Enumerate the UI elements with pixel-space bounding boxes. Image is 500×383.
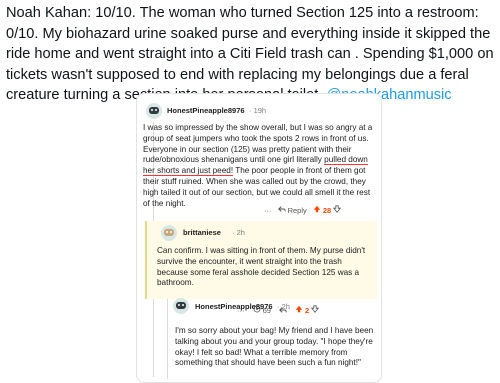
thread-line [167,299,168,379]
comment-username[interactable]: HonestPineapple8976 [195,302,273,311]
comment-body: I'm so sorry about your bag! My friend a… [175,326,374,368]
tweet-text: Noah Kahan: 10/10. The woman who turned … [6,3,496,106]
comment-timestamp: · 2h [232,228,245,237]
comment-username[interactable]: HonestPineapple8976 [167,106,245,115]
downvote-icon[interactable] [333,205,342,213]
comment-timestamp: · 19h [249,106,267,115]
user-avatar [173,298,189,314]
comment-timestamp: · 2h [277,302,290,311]
upvote-group[interactable]: 28 [313,205,342,215]
reply-button[interactable]: Reply [277,205,307,215]
reply-icon [277,206,286,212]
upvote-icon[interactable] [295,305,303,313]
upvote-group[interactable]: 2 [295,305,320,315]
downvote-icon[interactable] [311,305,320,313]
comment-username[interactable]: brittaniese [183,228,221,237]
vote-count: 28 [322,206,332,215]
reply-label: Reply [287,206,307,215]
comment-body: I was so impressed by the show overall, … [143,123,375,209]
comment-body: Can confirm. I was sitting in front of t… [157,246,366,288]
more-icon[interactable]: ··· [264,206,272,215]
comment-actions: ··· Reply 28 [264,205,342,215]
highlighted-reply: brittaniese · 2h Can confirm. I was sitt… [145,221,377,299]
user-avatar [161,225,177,241]
embedded-reddit-screenshot: HonestPineapple8976 · 19h I was so impre… [136,93,382,383]
user-avatar [146,103,162,119]
vote-count: 2 [305,306,310,315]
upvote-icon[interactable] [313,205,321,213]
